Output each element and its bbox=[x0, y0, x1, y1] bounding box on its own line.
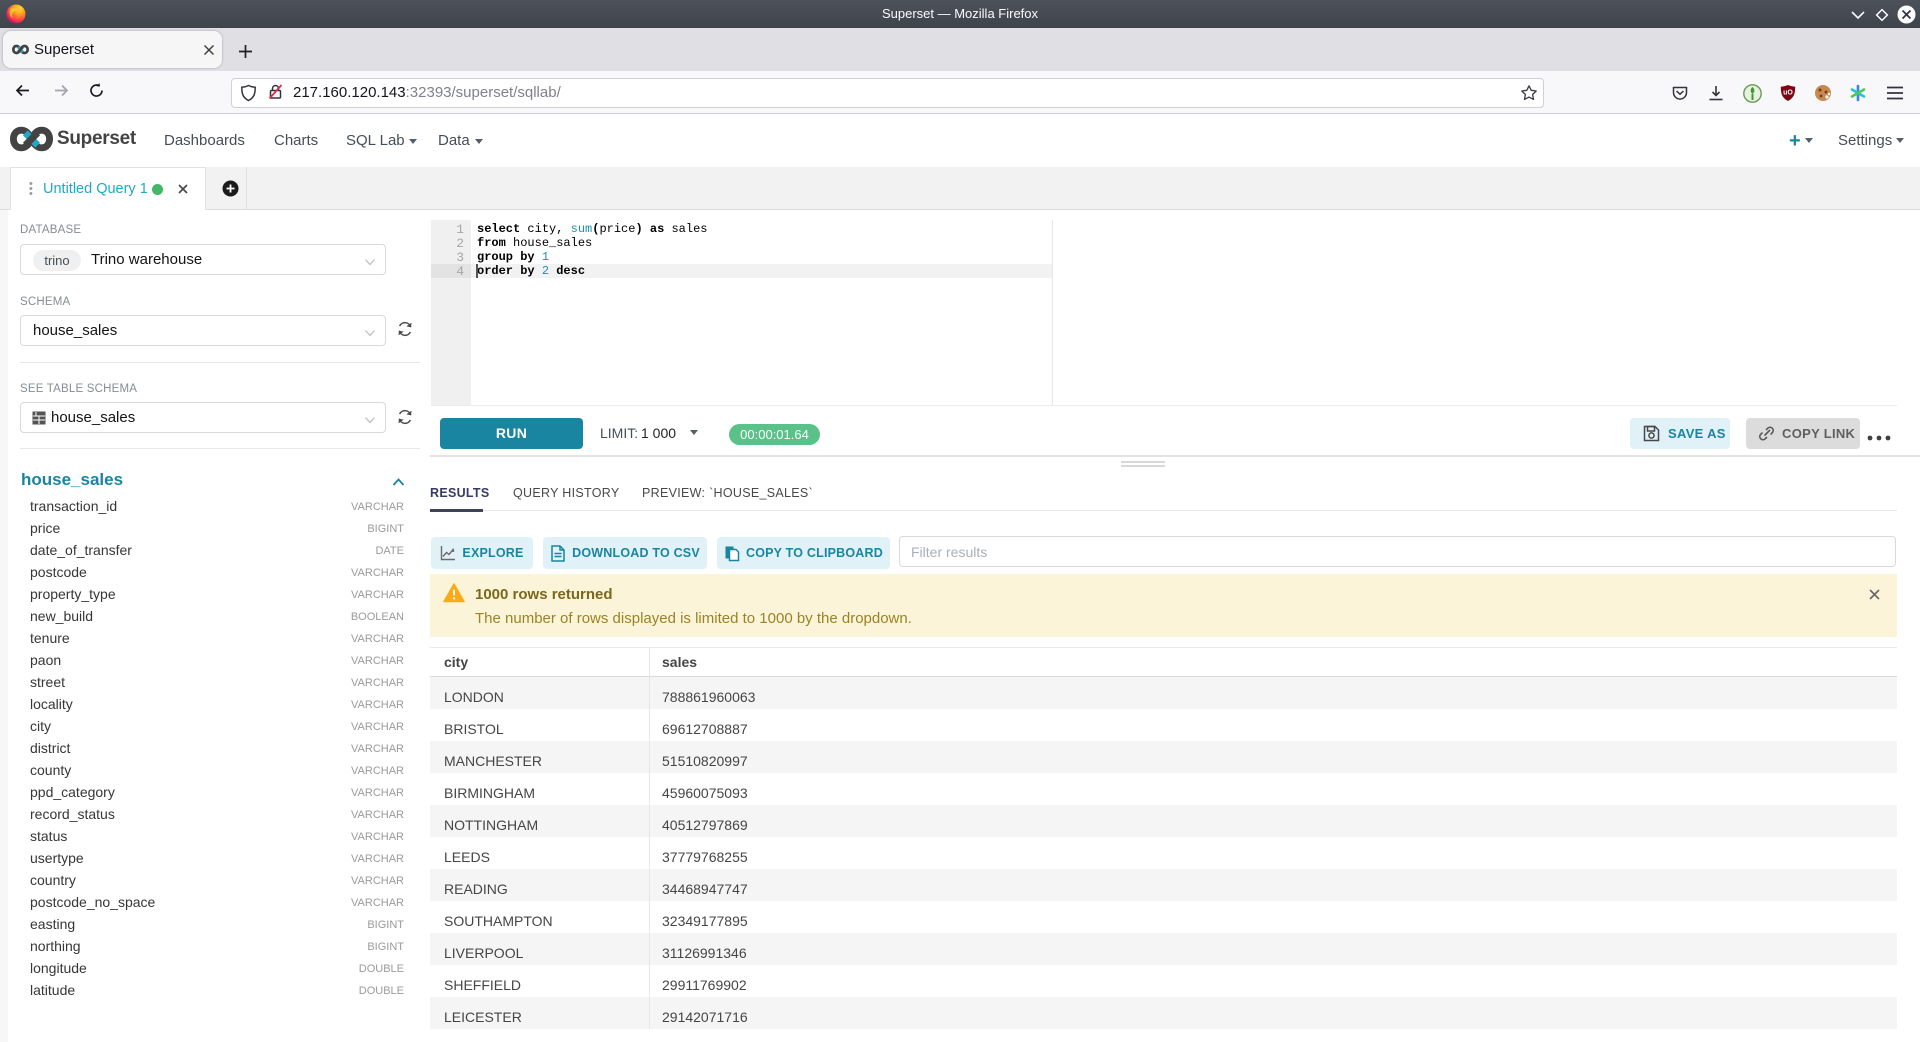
svg-text:uO: uO bbox=[1783, 90, 1793, 97]
